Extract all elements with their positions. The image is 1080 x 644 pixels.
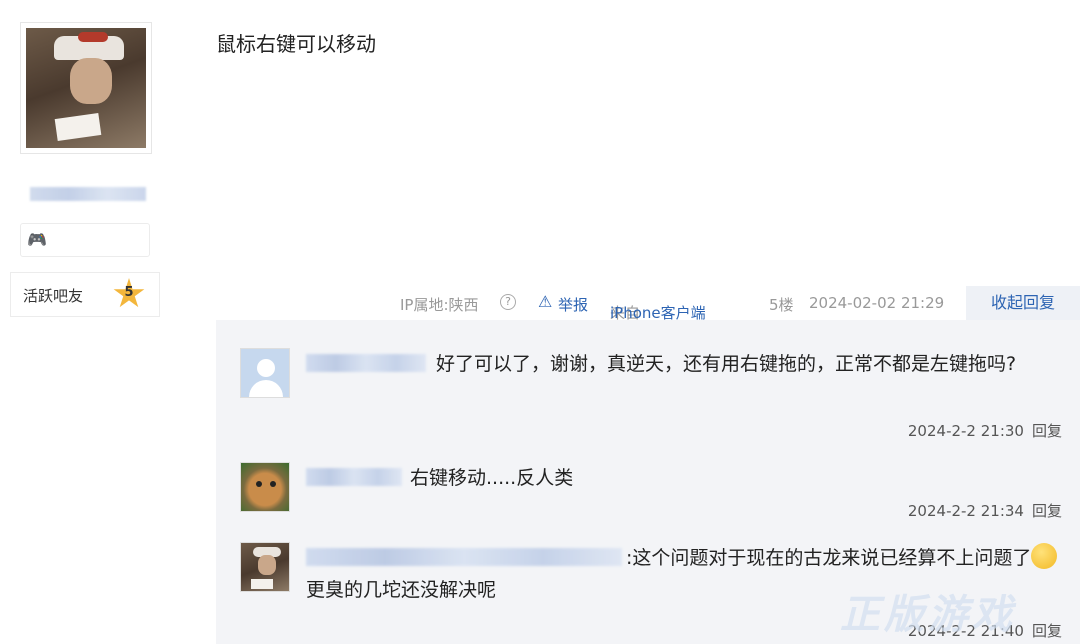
reply-text: 右键移动.....反人类	[410, 467, 574, 489]
ip-location: IP属地:陕西	[400, 296, 479, 314]
report-icon[interactable]: ⚠	[538, 292, 552, 311]
reply-avatar[interactable]	[240, 348, 290, 398]
post-content: 鼠标右键可以移动	[216, 32, 376, 56]
collapse-replies-button[interactable]: 收起回复	[966, 286, 1080, 320]
reply-footer: 2024-2-2 21:34 回复	[908, 500, 1062, 521]
post-time: 2024-02-02 21:29	[809, 294, 945, 312]
gamepad-icon: 🎮	[27, 230, 47, 249]
user-level-badge[interactable]: 活跃吧友 5	[10, 272, 160, 317]
floor-number: 5楼	[769, 296, 794, 314]
badge-box[interactable]: 🎮	[20, 223, 150, 257]
avatar-image	[26, 28, 146, 148]
reply-button[interactable]: 回复	[1032, 422, 1062, 440]
watermark-logo: 正版游戏	[840, 592, 1016, 638]
post-meta-bar: IP属地:陕西 ? ⚠ 举报 来自 iPhone客户端 5楼 2024-02-02…	[216, 286, 1080, 322]
reply-text: 好了可以了，谢谢，真逆天，还有用右键拖的，正常不都是左键拖吗?	[436, 353, 1017, 375]
username-blurred[interactable]	[30, 187, 146, 201]
reply-button[interactable]: 回复	[1032, 622, 1062, 640]
level-title: 活跃吧友	[23, 287, 84, 305]
reply-time: 2024-2-2 21:30	[907, 422, 1024, 440]
list-item: 好了可以了，谢谢，真逆天，还有用右键拖的，正常不都是左键拖吗? 2024-2-2…	[240, 348, 1076, 441]
reply-time: 2024-2-2 21:34	[907, 502, 1024, 520]
level-number: 5	[124, 285, 134, 300]
list-item: 右键移动.....反人类 2024-2-2 21:34 回复	[240, 462, 1076, 522]
user-avatar[interactable]	[20, 22, 152, 154]
smile-emoji-icon	[1031, 543, 1058, 569]
help-icon[interactable]: ?	[500, 294, 516, 310]
reply-avatar[interactable]	[240, 462, 290, 512]
reply-footer: 2024-2-2 21:30 回复	[908, 420, 1062, 441]
report-link[interactable]: 举报	[558, 294, 588, 315]
reply-button[interactable]: 回复	[1032, 502, 1062, 520]
reply-avatar[interactable]	[240, 542, 290, 592]
